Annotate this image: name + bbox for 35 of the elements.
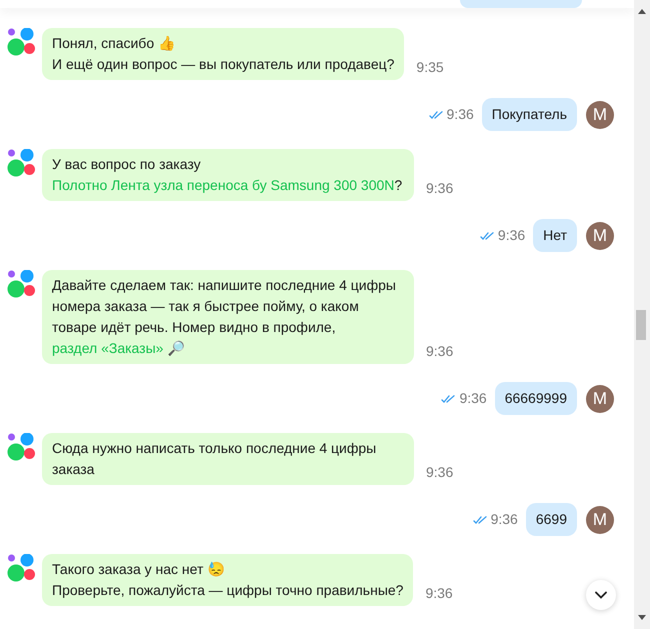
bot-logo-icon (7, 270, 36, 299)
message-time: 9:36 (498, 226, 526, 245)
message-text: Такого заказа у нас нет 😓 Проверьте, пожалуйста — цифры точно правильные? (52, 560, 404, 600)
chevron-down-icon (595, 591, 607, 599)
message-time: 9:36 (459, 389, 487, 408)
scroll-up-icon[interactable] (638, 9, 646, 14)
bot-logo-icon (7, 28, 36, 57)
message-text: 6699 (536, 510, 567, 529)
message-text: Покупатель (492, 105, 567, 124)
order-link[interactable]: раздел «Заказы» (52, 340, 164, 356)
scroll-down-button[interactable] (586, 580, 616, 610)
user-avatar: M (586, 506, 614, 534)
bot-logo-icon (7, 554, 36, 583)
user-avatar: M (586, 100, 614, 128)
message-text: У вас вопрос по заказу Полотно Лента узла переноса бу Samsung 300 300N? (52, 155, 404, 195)
user-avatar: M (586, 384, 614, 412)
message-text: 66669999 (504, 389, 567, 408)
order-link[interactable]: Полотно Лента узла переноса бу Samsung 300 300N (52, 177, 394, 193)
message-time: 9:35 (416, 58, 444, 77)
bot-logo-icon (7, 433, 36, 462)
message-time: 9:36 (446, 105, 474, 124)
message-text: Сюда нужно написать только последние 4 цифры заказа (52, 439, 378, 479)
message-time: 9:36 (426, 179, 454, 198)
message-time: 9:36 (426, 463, 454, 482)
user-avatar: M (586, 222, 614, 250)
message-text: Нет (543, 226, 567, 245)
message-time: 9:36 (426, 342, 454, 361)
message-time: 9:36 (490, 510, 518, 529)
message-text: Понял, спасибо 👍 И ещё один вопрос — вы покупатель или продавец? (52, 34, 394, 74)
message-text: Давайте сделаем так: напишите последние 4 цифры номера заказа — так я быстрее пойму, о каком товаре идёт речь. Номер видно в профиле, раздел «Заказы» 🔎 (52, 276, 397, 358)
message-time: 9:36 (425, 584, 453, 603)
scrollbar[interactable] (634, 0, 650, 629)
scroll-down-icon[interactable] (638, 615, 646, 620)
bot-logo-icon (7, 149, 36, 178)
scrollbar-thumb[interactable] (636, 310, 646, 340)
